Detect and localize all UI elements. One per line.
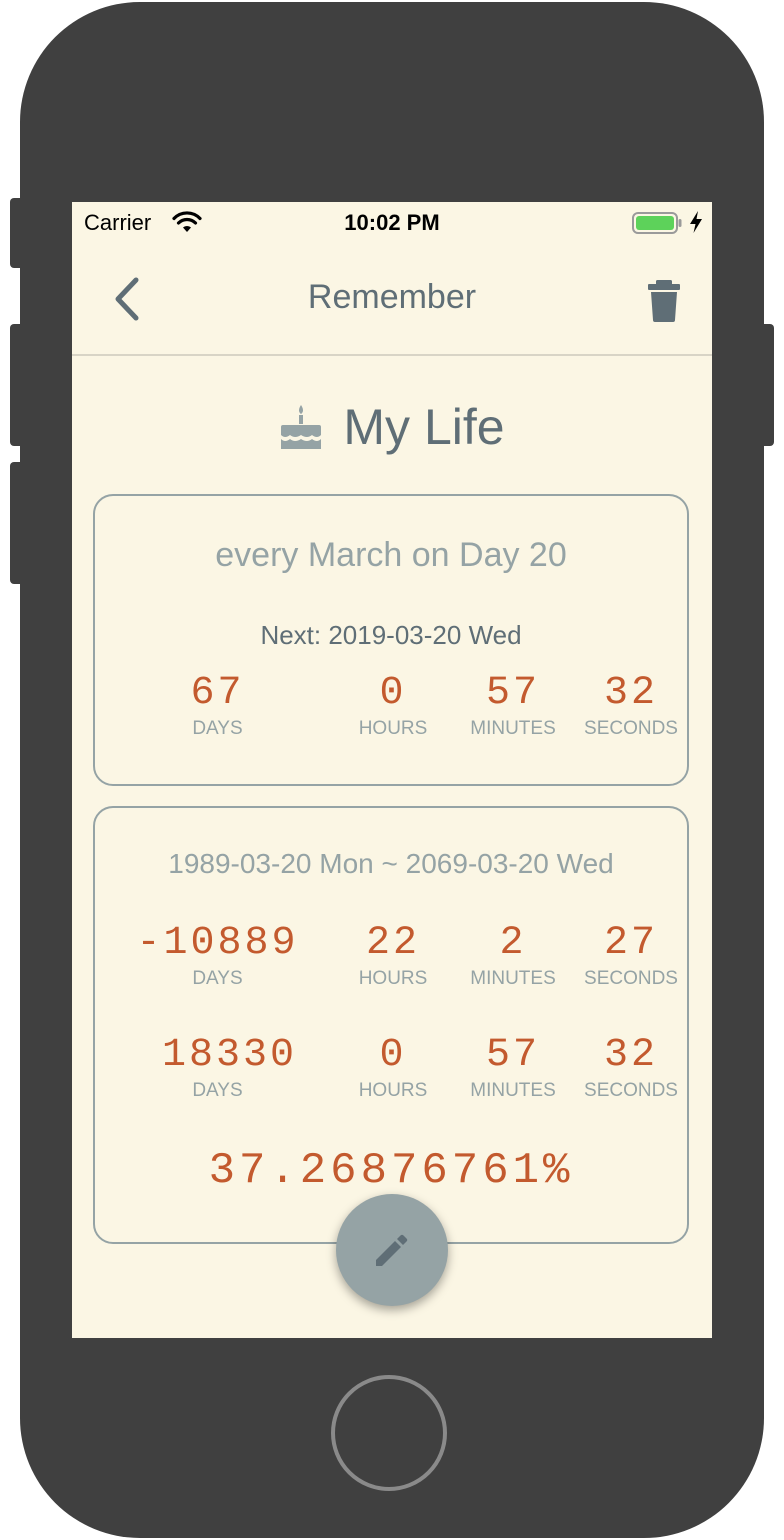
hours-label: HOURS [358, 718, 428, 739]
elapsed-seconds-label: SECONDS [584, 968, 678, 989]
remaining-minutes-cell: 57 MINUTES [465, 1034, 561, 1104]
elapsed-days-value: -10889 [136, 921, 299, 966]
event-title: My Life [343, 399, 505, 455]
elapsed-days-cell: -10889 DAYS [95, 922, 340, 992]
remaining-seconds-value: 32 [603, 1033, 658, 1078]
power-button [760, 324, 774, 446]
remaining-days-value: 18330 [161, 1033, 298, 1078]
date-range: 1989-03-20 Mon ~ 2069-03-20 Wed [168, 848, 614, 879]
remaining-seconds-cell: 32 SECONDS [581, 1034, 681, 1104]
seconds-value: 32 [603, 671, 658, 716]
elapsed-minutes-cell: 2 MINUTES [465, 922, 561, 992]
remaining-days-label: DAYS [192, 1080, 243, 1101]
next-date: Next: 2019-03-20 Wed [260, 620, 522, 650]
remaining-seconds-label: SECONDS [584, 1080, 678, 1101]
nav-bar: Remember [72, 244, 712, 356]
seconds-label: SECONDS [584, 718, 678, 739]
days-value: 67 [190, 671, 245, 716]
elapsed-hours-label: HOURS [358, 968, 428, 989]
home-button[interactable] [331, 1375, 447, 1491]
app-screen: Carrier 10:02 PM Remember My Life every … [72, 202, 712, 1338]
volume-down-button [10, 462, 24, 584]
elapsed-minutes-label: MINUTES [470, 968, 556, 989]
minutes-cell: 57 MINUTES [465, 672, 561, 742]
bolt-icon [690, 211, 702, 233]
edit-button[interactable] [336, 1194, 448, 1306]
remaining-minutes-label: MINUTES [470, 1080, 556, 1101]
days-cell: 67 DAYS [95, 672, 340, 742]
elapsed-hours-value: 22 [365, 921, 420, 966]
cake-icon [281, 405, 322, 449]
minutes-label: MINUTES [470, 718, 556, 739]
remaining-minutes-value: 57 [485, 1033, 540, 1078]
status-bar: Carrier 10:02 PM [72, 202, 712, 244]
recurrence-rule: every March on Day 20 [215, 536, 567, 574]
minutes-value: 57 [485, 671, 540, 716]
progress-percent: 37.26876761% [208, 1146, 574, 1196]
pencil-icon [376, 1234, 408, 1266]
recurring-card[interactable]: every March on Day 20 Next: 2019-03-20 W… [93, 494, 689, 786]
mute-switch [10, 198, 24, 268]
hours-cell: 0 HOURS [345, 672, 441, 742]
remaining-hours-label: HOURS [358, 1080, 428, 1101]
battery-icon [632, 212, 682, 234]
event-header: My Life [72, 392, 712, 462]
elapsed-minutes-value: 2 [499, 921, 527, 966]
remaining-hours-value: 0 [379, 1033, 407, 1078]
days-label: DAYS [192, 718, 243, 739]
hours-value: 0 [379, 671, 407, 716]
page-title: Remember [307, 278, 477, 316]
elapsed-seconds-cell: 27 SECONDS [581, 922, 681, 992]
elapsed-hours-cell: 22 HOURS [345, 922, 441, 992]
status-time: 10:02 PM [344, 210, 440, 235]
seconds-cell: 32 SECONDS [581, 672, 681, 742]
elapsed-row: -10889 DAYS 22 HOURS 2 MINUTES 27 SECOND… [95, 922, 687, 1002]
elapsed-seconds-value: 27 [603, 921, 658, 966]
remaining-days-cell: 18330 DAYS [95, 1034, 340, 1104]
remaining-hours-cell: 0 HOURS [345, 1034, 441, 1104]
elapsed-days-label: DAYS [192, 968, 243, 989]
trash-icon[interactable] [644, 276, 684, 324]
range-card[interactable]: 1989-03-20 Mon ~ 2069-03-20 Wed -10889 D… [93, 806, 689, 1244]
countdown-row: 67 DAYS 0 HOURS 57 MINUTES 32 SECONDS [95, 672, 687, 752]
remaining-row: 18330 DAYS 0 HOURS 57 MINUTES 32 SECONDS [95, 1034, 687, 1114]
volume-up-button [10, 324, 24, 446]
